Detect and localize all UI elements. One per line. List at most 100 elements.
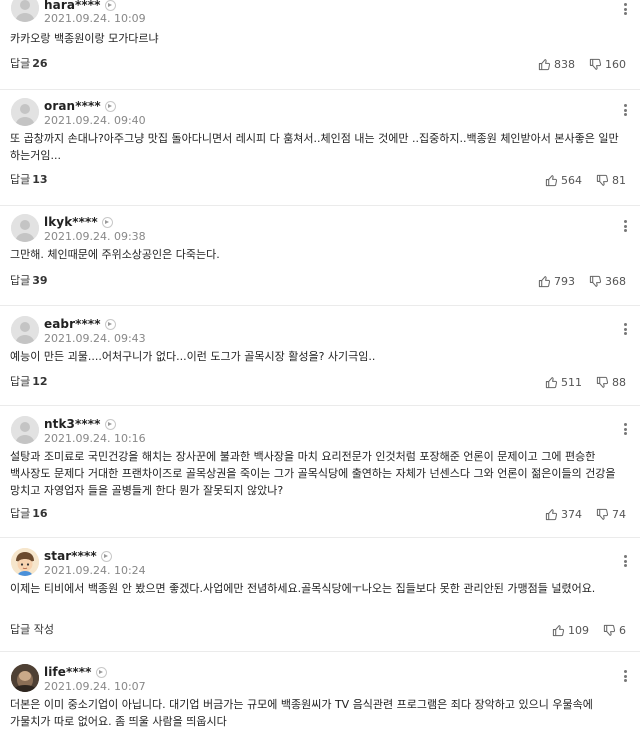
nickname[interactable]: eabr****: [44, 317, 101, 331]
nickname[interactable]: ntk3****: [44, 417, 101, 431]
thumbs-down-icon: [596, 376, 609, 388]
comment-text: 이제는 티비에서 백종원 안 봤으면 좋겠다.사업에만 전념하세요.골목식당에ㅜ…: [10, 582, 596, 595]
more-vertical-icon[interactable]: [622, 553, 628, 569]
default-avatar-icon: [11, 98, 39, 126]
dislike-button[interactable]: 368: [589, 275, 626, 288]
vote-group: 564 81: [531, 172, 626, 188]
vote-group: 511 88: [531, 374, 626, 390]
nickname[interactable]: life****: [44, 665, 92, 679]
reply-button[interactable]: 답글 26: [10, 56, 48, 72]
author[interactable]: oran****: [44, 98, 116, 114]
author[interactable]: star****: [44, 548, 112, 564]
comment-item: eabr**** 2021.09.24. 09:43 예능이 만든 괴물....…: [0, 306, 640, 406]
like-button[interactable]: 374: [545, 508, 582, 521]
author[interactable]: ntk3****: [44, 416, 116, 432]
like-count: 511: [561, 375, 582, 389]
reply-button[interactable]: 답글 13: [10, 172, 48, 188]
nickname[interactable]: oran****: [44, 99, 101, 113]
dislike-count: 368: [605, 274, 626, 288]
reply-count: 26: [32, 57, 48, 70]
reply-count: 12: [32, 375, 48, 388]
comment-date: 2021.09.24. 09:43: [44, 332, 146, 345]
dislike-count: 74: [612, 507, 626, 521]
vote-group: 374 74: [531, 506, 626, 522]
dislike-button[interactable]: 6: [603, 624, 626, 637]
more-vertical-icon[interactable]: [622, 321, 628, 337]
dislike-button[interactable]: 74: [596, 508, 626, 521]
thumbs-up-icon: [545, 508, 558, 520]
vote-group: 838 160: [524, 56, 626, 72]
thumbs-up-icon: [545, 174, 558, 186]
like-button[interactable]: 838: [538, 58, 575, 71]
dislike-button[interactable]: 81: [596, 174, 626, 187]
author[interactable]: eabr****: [44, 316, 116, 332]
thumbs-down-icon: [589, 275, 602, 287]
avatar[interactable]: [11, 416, 39, 444]
comment-date: 2021.09.24. 09:40: [44, 114, 146, 127]
reply-button[interactable]: 답글 16: [10, 506, 48, 522]
like-count: 564: [561, 173, 582, 187]
reply-label: 답글: [10, 173, 31, 186]
chevron-right-circle-icon[interactable]: [104, 418, 116, 430]
photo-avatar-icon: [11, 664, 39, 692]
avatar[interactable]: [11, 664, 39, 692]
chevron-right-circle-icon[interactable]: [104, 0, 116, 11]
reply-label: 답글: [10, 274, 31, 287]
dislike-count: 88: [612, 375, 626, 389]
reply-write-button[interactable]: 답글 작성: [10, 622, 54, 638]
like-button[interactable]: 511: [545, 376, 582, 389]
reply-count: 39: [32, 274, 48, 287]
chevron-right-circle-icon[interactable]: [104, 318, 116, 330]
avatar[interactable]: [11, 214, 39, 242]
thumbs-up-icon: [545, 376, 558, 388]
more-vertical-icon[interactable]: [622, 421, 628, 437]
thumbs-down-icon: [603, 624, 616, 636]
nickname[interactable]: lkyk****: [44, 215, 98, 229]
reply-button[interactable]: 답글 12: [10, 374, 48, 390]
comment-item: star**** 2021.09.24. 10:24 이제는 티비에서 백종원 …: [0, 538, 640, 652]
comment-text: 설탕과 조미료로 국민건강을 해치는 장사꾼에 불과한 백사장을 마치 요리전문…: [10, 450, 616, 497]
nickname[interactable]: star****: [44, 549, 97, 563]
dislike-count: 6: [619, 623, 626, 637]
thumbs-down-icon: [596, 508, 609, 520]
comment-date: 2021.09.24. 10:24: [44, 564, 146, 577]
thumbs-down-icon: [596, 174, 609, 186]
like-button[interactable]: 564: [545, 174, 582, 187]
like-count: 374: [561, 507, 582, 521]
avatar[interactable]: [11, 316, 39, 344]
more-vertical-icon[interactable]: [622, 218, 628, 234]
avatar[interactable]: [11, 98, 39, 126]
nickname[interactable]: hara****: [44, 0, 101, 12]
default-avatar-icon: [11, 416, 39, 444]
comment-text: 또 곱창까지 손대나?아주그냥 맛집 돌아다니면서 레시피 다 훔쳐서..체인점…: [10, 132, 619, 162]
reply-label: 답글: [10, 375, 31, 388]
thumbs-up-icon: [538, 275, 551, 287]
chevron-right-circle-icon[interactable]: [95, 666, 107, 678]
dislike-button[interactable]: 160: [589, 58, 626, 71]
reply-label: 답글: [10, 507, 31, 520]
avatar[interactable]: [11, 548, 39, 576]
author[interactable]: life****: [44, 664, 107, 680]
like-button[interactable]: 109: [552, 624, 589, 637]
like-count: 838: [554, 57, 575, 71]
reply-label: 답글: [10, 57, 31, 70]
like-button[interactable]: 793: [538, 275, 575, 288]
more-vertical-icon[interactable]: [622, 668, 628, 684]
more-vertical-icon[interactable]: [622, 1, 628, 17]
reply-button[interactable]: 답글 39: [10, 273, 48, 289]
like-count: 793: [554, 274, 575, 288]
chevron-right-circle-icon[interactable]: [104, 100, 116, 112]
reply-count: 16: [32, 507, 48, 520]
more-vertical-icon[interactable]: [622, 102, 628, 118]
avatar[interactable]: [11, 0, 39, 22]
chevron-right-circle-icon[interactable]: [101, 216, 113, 228]
like-count: 109: [568, 623, 589, 637]
thumbs-up-icon: [552, 624, 565, 636]
thumbs-down-icon: [589, 58, 602, 70]
comment-item: life**** 2021.09.24. 10:07 더본은 이미 중소기업이 …: [0, 652, 640, 732]
comment-item: lkyk**** 2021.09.24. 09:38 그만해. 체인때문에 주위…: [0, 206, 640, 306]
author[interactable]: lkyk****: [44, 214, 113, 230]
comment-date: 2021.09.24. 09:38: [44, 230, 146, 243]
chevron-right-circle-icon[interactable]: [100, 550, 112, 562]
dislike-button[interactable]: 88: [596, 376, 626, 389]
